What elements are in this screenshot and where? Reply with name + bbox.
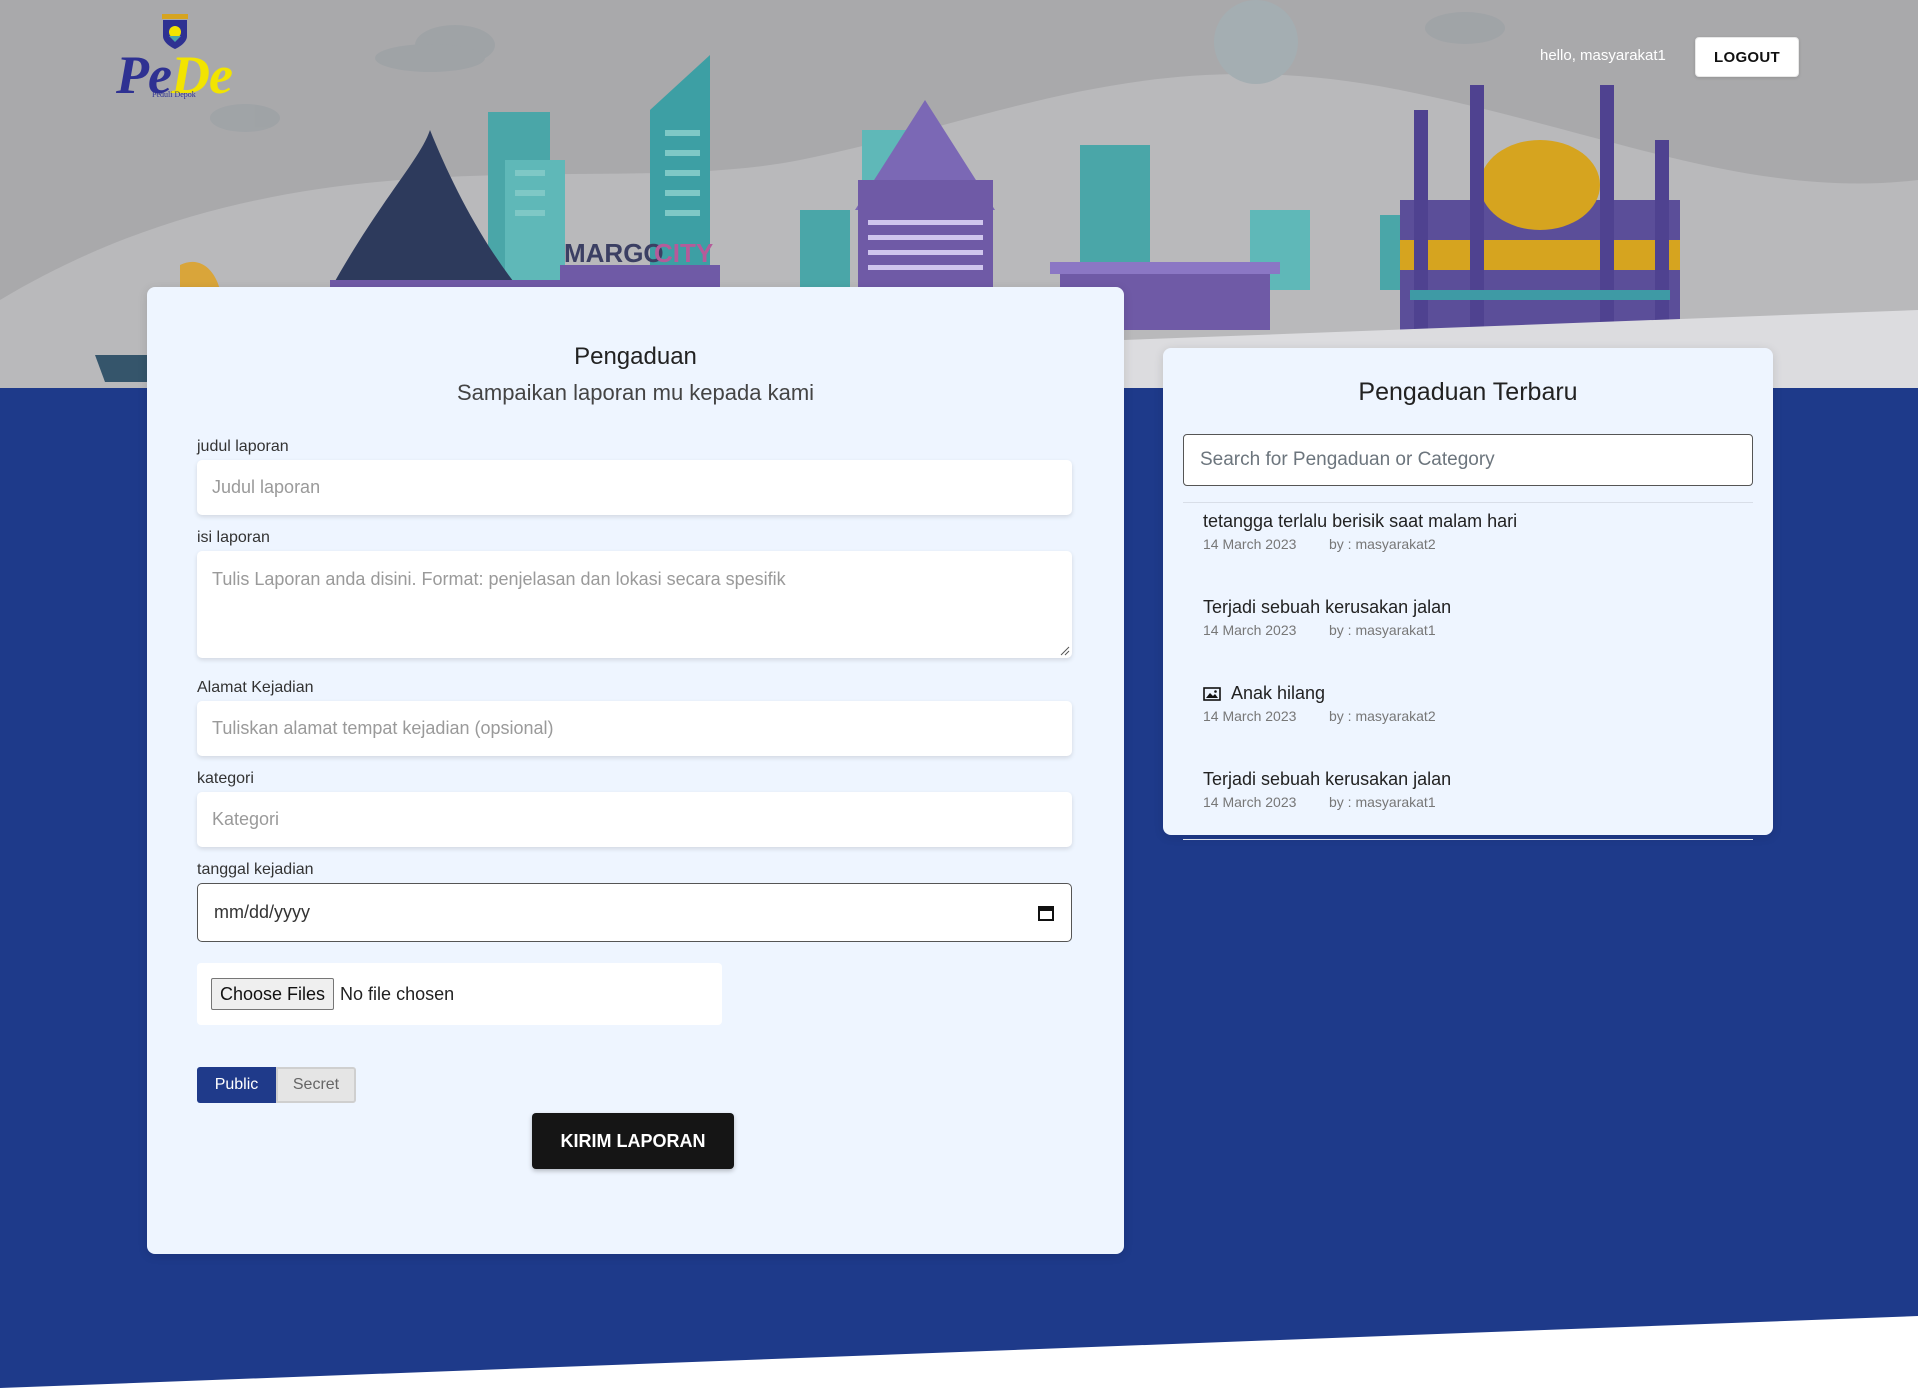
item-title: Terjadi sebuah kerusakan jalan [1203,597,1452,617]
item-title: Terjadi sebuah kerusakan jalan [1203,769,1452,789]
item-date: 14 March 2023 [1203,794,1297,810]
date-value: mm/dd/yyyy [214,902,311,922]
recent-title: Pengaduan Terbaru [1358,378,1578,406]
kirim-laporan-button[interactable]: KIRIM LAPORAN [532,1113,734,1169]
tanggal-label: tanggal kejadian [197,861,314,878]
judul-label: judul laporan [197,438,289,455]
alamat-input[interactable]: Tuliskan alamat tempat kejadian (opsiona… [197,701,1072,756]
item-date: 14 March 2023 [1203,708,1297,724]
kategori-input[interactable]: Kategori [197,792,1072,847]
resize-grip-icon[interactable] [1060,646,1070,656]
recent-complaints-card: Pengaduan Terbaru Search for Pengaduan o… [1163,348,1773,840]
secret-option[interactable]: Secret [276,1067,356,1103]
item-author: by : masyarakat1 [1329,794,1436,810]
logout-button[interactable]: LOGOUT [1695,37,1799,77]
user-greeting: hello, masyarakat1 [1540,47,1666,64]
calendar-icon[interactable] [1037,904,1055,922]
pede-logo[interactable]: PeDe Peduli Depok [112,14,242,105]
item-date: 14 March 2023 [1203,622,1297,638]
isi-placeholder: Tulis Laporan anda disini. Format: penje… [212,569,786,589]
list-item[interactable]: Anak hilang 14 March 2023 by : masyarakat… [1183,667,1753,753]
isi-textarea[interactable]: Tulis Laporan anda disini. Format: penje… [197,551,1072,658]
item-date: 14 March 2023 [1203,536,1297,552]
list-item[interactable]: tetangga terlalu berisik saat malam hari… [1183,503,1753,581]
item-author: by : masyarakat1 [1329,622,1436,638]
item-author: by : masyarakat2 [1329,536,1436,552]
judul-input[interactable]: Judul laporan [197,460,1072,515]
search-input[interactable]: Search for Pengaduan or Category [1183,434,1753,486]
visibility-toggle: Public Secret [197,1067,356,1103]
tanggal-date-input[interactable]: mm/dd/yyyy [197,883,1072,942]
margo-sign: MARGO [564,238,664,268]
item-title: Anak hilang [1231,683,1326,703]
list-item[interactable]: Terjadi sebuah kerusakan jalan 14 March … [1183,753,1753,839]
item-author: by : masyarakat2 [1329,708,1436,724]
file-upload: Choose Files No file chosen [197,963,722,1025]
item-title: tetangga terlalu berisik saat malam hari [1203,511,1518,531]
form-subtitle: Sampaikan laporan mu kepada kami [456,380,815,405]
alamat-label: Alamat Kejadian [197,679,314,696]
form-title: Pengaduan [574,343,697,370]
image-icon [1203,686,1221,701]
isi-label: isi laporan [197,529,270,546]
logo-subtitle: Peduli Depok [152,90,196,99]
recent-list: tetangga terlalu berisik saat malam hari… [1183,502,1753,840]
choose-files-button[interactable]: Choose Files [211,978,335,1010]
list-item[interactable]: Terjadi sebuah kerusakan jalan 14 March … [1183,581,1753,667]
public-option[interactable]: Public [197,1067,276,1103]
kategori-label: kategori [197,770,254,787]
complaint-form-card: Pengaduan Sampaikan laporan mu kepada ka… [147,287,1124,1254]
city-sign: CITY [654,238,713,268]
file-status: No file chosen [340,983,455,1004]
